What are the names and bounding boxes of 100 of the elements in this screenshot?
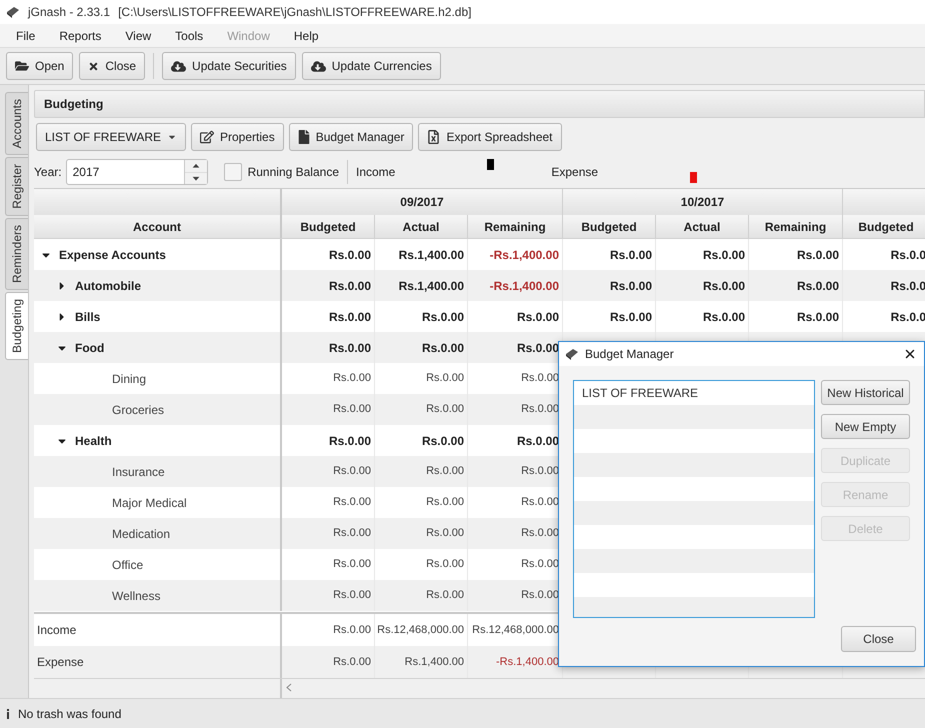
amount-cell-text: Rs.12,468,000.00	[472, 622, 559, 638]
amount-cell-text: Rs.0.00	[328, 278, 371, 294]
app-icon	[6, 6, 20, 18]
amount-cell-text: -Rs.1,400.00	[496, 654, 559, 670]
amount-cell-text: Rs.0.00	[702, 278, 745, 294]
amount-cell-text: Rs.1,400.00	[398, 246, 464, 264]
amount-cell-text: Rs.0.00	[516, 432, 559, 450]
amount-cell-text: Rs.0.00	[426, 557, 464, 572]
amount-cell-text: Rs.0.00	[426, 402, 464, 418]
menu-item[interactable]: View	[117, 26, 160, 44]
column-header[interactable]: Remaining	[749, 215, 843, 238]
year-label: Year:	[34, 164, 62, 181]
total-label: Expense	[37, 654, 84, 671]
account-name: Groceries	[112, 402, 164, 418]
account-name: Wellness	[112, 588, 160, 604]
amount-cell-text: Rs.1,400.00	[404, 654, 464, 670]
column-header[interactable]: Budgeted	[282, 215, 375, 238]
account-name: Expense Accounts	[59, 246, 166, 264]
amount-cell-text: Rs.0.00	[328, 246, 371, 264]
window-title: jGnash - 2.33.1	[28, 4, 110, 21]
file-path: [C:\Users\LISTOFFREEWARE\jGnash\LISTOFFREEWARE.h2.db]	[118, 4, 472, 21]
account-name: Office	[112, 556, 144, 574]
amount-cell-text: Rs.12,468,000.00	[377, 622, 464, 638]
amount-cell-text: Rs.0.00	[796, 278, 839, 294]
column-header[interactable]: Actual	[375, 215, 468, 238]
amount-cell-text: Rs.0.00	[333, 588, 371, 604]
amount-cell-text: Rs.0.00	[610, 278, 652, 294]
amount-cell-text: Rs.0.00	[426, 464, 464, 480]
amount-cell-text: Rs.0.00	[521, 588, 559, 604]
year-spinner[interactable]: 2017	[66, 159, 208, 185]
amount-cell-text: Rs.0.00	[702, 246, 745, 264]
toolbar-button[interactable]: Update Securities	[162, 52, 296, 80]
amount-cell-text: Rs.0.00	[422, 308, 464, 326]
amount-cell-text: Rs.0.00	[610, 308, 652, 326]
period-header: 09/2017	[282, 189, 563, 215]
total-label: Income	[37, 622, 76, 639]
menu-item[interactable]: Tools	[167, 26, 212, 44]
side-tab[interactable]: Accounts	[5, 92, 28, 156]
status-text: No trash was found	[18, 706, 122, 722]
account-name: Bills	[75, 308, 100, 326]
close-button[interactable]: Close	[841, 626, 916, 652]
budget-toolbar-button[interactable]: Properties	[191, 123, 284, 151]
account-name: Medication	[112, 526, 170, 542]
column-header[interactable]: Actual	[656, 215, 749, 238]
menu-item[interactable]: Help	[286, 26, 327, 44]
amount-cell-text: Rs.0.00	[422, 340, 464, 356]
amount-cell-text: Rs.0.00	[521, 526, 559, 542]
dialog-button[interactable]: New Historical	[821, 380, 910, 405]
panel-header: Budgeting	[34, 90, 925, 118]
amount-cell-text: Rs.0.00	[516, 308, 559, 326]
column-header[interactable]: Account	[34, 215, 282, 238]
toolbar-button[interactable]: Update Currencies	[302, 52, 441, 80]
side-tab[interactable]: Reminders	[5, 218, 28, 290]
side-tab[interactable]: Budgeting	[5, 292, 28, 360]
amount-cell-text: Rs.0.00	[426, 495, 464, 510]
account-name: Dining	[112, 370, 146, 388]
scroll-left-icon[interactable]	[286, 683, 292, 692]
amount-cell-text: Rs.0.00	[333, 402, 371, 418]
amount-cell-text: -Rs.1,400.00	[490, 278, 559, 294]
dialog-button[interactable]: New Empty	[821, 414, 910, 439]
amount-cell-text: Rs.0.00	[333, 495, 371, 510]
amount-cell-text: Rs.0.00	[422, 432, 464, 450]
dialog-title: Budget Manager	[585, 346, 674, 363]
column-header[interactable]: Budgeted	[563, 215, 656, 238]
amount-cell-text: Rs.0.00	[610, 246, 652, 264]
amount-cell-text: Rs.0.00	[521, 402, 559, 418]
column-header[interactable]: Remaining	[468, 215, 563, 238]
side-tab[interactable]: Register	[5, 157, 28, 216]
amount-cell-text: Rs.0.00	[328, 340, 371, 356]
toolbar-button[interactable]: Open	[6, 52, 74, 80]
legend-label: Expense	[551, 164, 598, 181]
running-balance-checkbox[interactable]	[224, 163, 242, 181]
app-icon	[565, 348, 579, 360]
cloud-download-icon	[171, 58, 186, 74]
amount-cell-text: Rs.0.00	[328, 432, 371, 450]
column-header[interactable]: Budgeted	[843, 215, 925, 238]
period-header: 10/2017	[563, 189, 843, 215]
amount-cell-text: Rs.0.00	[426, 371, 464, 386]
menu-item[interactable]: Reports	[51, 26, 110, 44]
spreadsheet-icon	[427, 130, 440, 144]
toolbar-button[interactable]: Close	[79, 52, 146, 80]
info-icon	[6, 708, 10, 718]
amount-cell-text: Rs.0.00	[516, 340, 559, 356]
amount-cell-text: Rs.0.00	[333, 557, 371, 572]
amount-cell-text: Rs.0.00	[521, 464, 559, 480]
amount-cell-text: Rs.0.00	[426, 588, 464, 604]
amount-cell-text: Rs.0.00	[333, 371, 371, 386]
document-icon	[298, 130, 310, 144]
amount-cell-text: Rs.0.00	[333, 526, 371, 542]
amount-cell-text: Rs.0.00	[521, 371, 559, 386]
checkbox-label: Running Balance	[248, 164, 339, 181]
amount-cell-text: Rs.0.00	[333, 654, 371, 670]
account-name: Major Medical	[112, 494, 187, 512]
amount-cell-text: Rs.0.00	[521, 557, 559, 572]
budget-select[interactable]: LIST OF FREEWARE	[36, 123, 186, 151]
budget-toolbar-button[interactable]: Budget Manager	[288, 123, 414, 151]
menu-item[interactable]: File	[8, 26, 44, 44]
amount-cell-text: Rs.0.00	[796, 308, 839, 326]
budget-toolbar-button[interactable]: Export Spreadsheet	[418, 123, 562, 151]
amount-cell-text: Rs.0.00	[333, 464, 371, 480]
